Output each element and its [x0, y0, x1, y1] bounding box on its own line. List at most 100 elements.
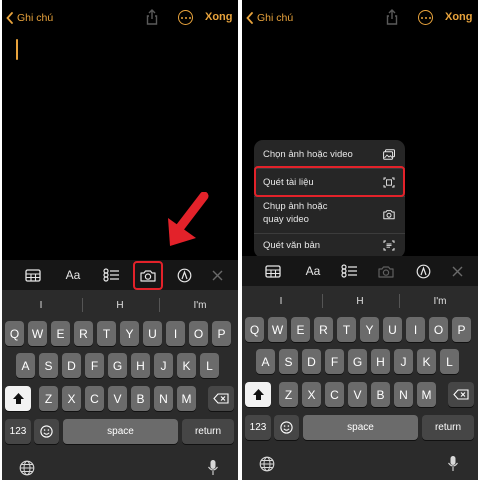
key-z[interactable]: Z — [39, 386, 58, 411]
key-q[interactable]: Q — [245, 317, 264, 342]
return-key[interactable]: return — [422, 415, 474, 440]
numbers-key[interactable]: 123 — [245, 415, 271, 440]
key-t[interactable]: T — [337, 317, 356, 342]
text-format-button[interactable]: Aa — [301, 262, 325, 280]
checklist-button[interactable] — [340, 262, 358, 280]
key-z[interactable]: Z — [279, 382, 298, 407]
key-l[interactable]: L — [440, 349, 459, 374]
key-m[interactable]: M — [177, 386, 196, 411]
markup-button[interactable] — [414, 262, 432, 280]
share-icon[interactable] — [145, 9, 159, 25]
key-y[interactable]: Y — [120, 321, 139, 346]
key-l[interactable]: L — [200, 353, 219, 378]
suggestion-2[interactable]: H — [325, 290, 395, 312]
key-w[interactable]: W — [28, 321, 47, 346]
key-k[interactable]: K — [417, 349, 436, 374]
suggestion-1[interactable]: I — [6, 294, 76, 316]
key-f[interactable]: F — [85, 353, 104, 378]
shift-key[interactable] — [5, 386, 31, 411]
key-n[interactable]: N — [154, 386, 173, 411]
key-k[interactable]: K — [177, 353, 196, 378]
key-t[interactable]: T — [97, 321, 116, 346]
key-x[interactable]: X — [302, 382, 321, 407]
key-y[interactable]: Y — [360, 317, 379, 342]
key-f[interactable]: F — [325, 349, 344, 374]
close-toolbar-button[interactable] — [209, 266, 225, 284]
numbers-key[interactable]: 123 — [5, 419, 31, 444]
key-m[interactable]: M — [417, 382, 436, 407]
key-i[interactable]: I — [166, 321, 185, 346]
suggestion-divider — [82, 298, 83, 312]
key-j[interactable]: J — [154, 353, 173, 378]
key-g[interactable]: G — [108, 353, 127, 378]
key-v[interactable]: V — [348, 382, 367, 407]
close-toolbar-button[interactable] — [449, 262, 465, 280]
suggestion-3[interactable]: I'm — [405, 290, 475, 312]
keyboard: I H I'm Q W E R T Y U I O P A S D F G H … — [242, 286, 478, 480]
shift-key[interactable] — [245, 382, 271, 407]
key-h[interactable]: H — [131, 353, 150, 378]
table-button[interactable] — [24, 266, 42, 284]
suggestion-2[interactable]: H — [85, 294, 155, 316]
space-key[interactable]: space — [63, 419, 178, 444]
key-u[interactable]: U — [383, 317, 402, 342]
back-button[interactable]: Ghi chú — [6, 10, 53, 26]
globe-icon[interactable] — [19, 460, 35, 476]
backspace-key[interactable] — [208, 386, 234, 411]
checklist-button[interactable] — [102, 266, 120, 284]
key-a[interactable]: A — [256, 349, 275, 374]
key-d[interactable]: D — [62, 353, 81, 378]
key-u[interactable]: U — [143, 321, 162, 346]
menu-item-choose-photo[interactable]: Chọn ảnh hoặc video — [254, 140, 405, 168]
menu-item-take-photo[interactable]: Chụp ảnh hoặc quay video — [254, 197, 405, 233]
format-toolbar: Aa — [2, 260, 238, 290]
key-s[interactable]: S — [279, 349, 298, 374]
markup-button[interactable] — [175, 266, 193, 284]
emoji-key[interactable] — [34, 419, 59, 444]
key-n[interactable]: N — [394, 382, 413, 407]
more-options-icon[interactable] — [418, 10, 433, 25]
key-a[interactable]: A — [16, 353, 35, 378]
microphone-icon[interactable] — [207, 459, 219, 476]
key-x[interactable]: X — [62, 386, 81, 411]
camera-button[interactable] — [376, 262, 396, 280]
more-options-icon[interactable] — [178, 10, 193, 25]
key-d[interactable]: D — [302, 349, 321, 374]
phone-screen-right: Ghi chú Xong Chọn ảnh hoặc video Quét tà… — [242, 0, 478, 480]
key-w[interactable]: W — [268, 317, 287, 342]
key-h[interactable]: H — [371, 349, 390, 374]
space-key[interactable]: space — [303, 415, 418, 440]
suggestion-1[interactable]: I — [246, 290, 316, 312]
key-r[interactable]: R — [314, 317, 333, 342]
return-key[interactable]: return — [182, 419, 234, 444]
microphone-icon[interactable] — [447, 455, 459, 472]
back-button[interactable]: Ghi chú — [246, 10, 293, 26]
key-p[interactable]: P — [212, 321, 231, 346]
menu-item-scan-text[interactable]: Quét văn bản — [254, 234, 405, 258]
key-g[interactable]: G — [348, 349, 367, 374]
table-button[interactable] — [264, 262, 282, 280]
key-b[interactable]: B — [131, 386, 150, 411]
key-j[interactable]: J — [394, 349, 413, 374]
key-c[interactable]: C — [85, 386, 104, 411]
key-c[interactable]: C — [325, 382, 344, 407]
done-button[interactable]: Xong — [205, 11, 233, 23]
key-i[interactable]: I — [406, 317, 425, 342]
emoji-key[interactable] — [274, 415, 299, 440]
share-icon[interactable] — [385, 9, 399, 25]
globe-icon[interactable] — [259, 456, 275, 472]
text-format-button[interactable]: Aa — [61, 266, 85, 284]
backspace-key[interactable] — [448, 382, 474, 407]
key-e[interactable]: E — [51, 321, 70, 346]
key-e[interactable]: E — [291, 317, 310, 342]
done-button[interactable]: Xong — [445, 11, 473, 23]
key-p[interactable]: P — [452, 317, 471, 342]
key-o[interactable]: O — [429, 317, 448, 342]
suggestion-3[interactable]: I'm — [165, 294, 235, 316]
key-r[interactable]: R — [74, 321, 93, 346]
key-q[interactable]: Q — [5, 321, 24, 346]
key-v[interactable]: V — [108, 386, 127, 411]
key-s[interactable]: S — [39, 353, 58, 378]
key-b[interactable]: B — [371, 382, 390, 407]
key-o[interactable]: O — [189, 321, 208, 346]
